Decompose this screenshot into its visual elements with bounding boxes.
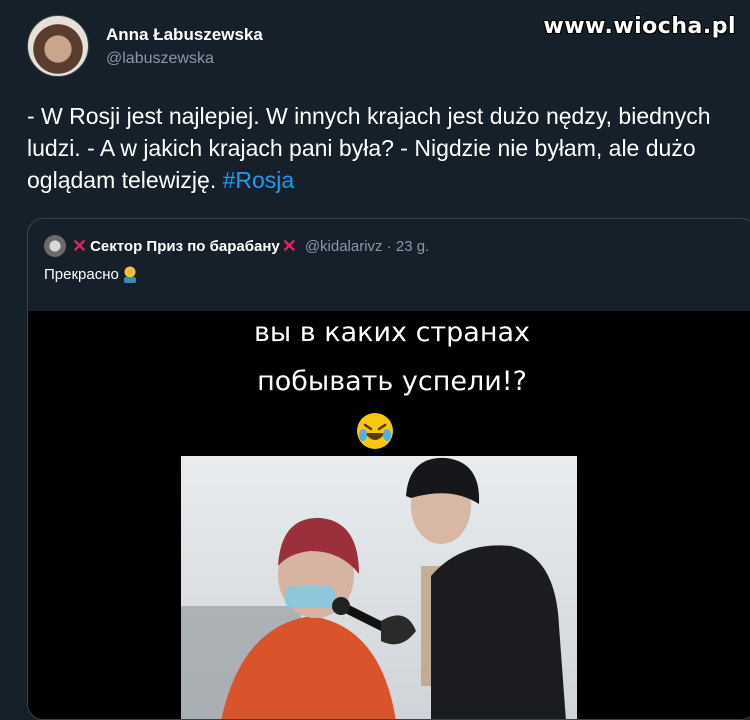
quoted-handle-time[interactable]: @kidalarivz · 23 g. — [305, 238, 429, 255]
author-names: Anna Łabuszewska @labuszewska — [106, 25, 263, 68]
tweet-header: Anna Łabuszewska @labuszewska — [27, 15, 263, 77]
quoted-tweet-header: ✕ Сектор Приз по барабану ✕ @kidalarivz … — [44, 235, 429, 257]
rolling-laughing-emoji-icon — [357, 413, 393, 449]
quoted-author-avatar[interactable] — [44, 235, 66, 257]
quoted-tweet[interactable]: ✕ Сектор Приз по барабану ✕ @kidalarivz … — [27, 218, 750, 720]
video-caption-line1: вы в каких странах — [253, 317, 530, 348]
author-avatar[interactable] — [27, 15, 89, 77]
quoted-author-name[interactable]: Сектор Приз по барабану — [90, 238, 280, 255]
tweet-text: - W Rosji jest najlepiej. W innych kraja… — [27, 100, 727, 196]
quoted-text: Прекрасно — [44, 265, 119, 283]
facepalm-emoji-icon — [123, 266, 136, 283]
cross-mark-icon: ✕ — [72, 236, 88, 256]
video-caption-line2: побывать успели!? — [257, 366, 527, 397]
hashtag-link[interactable]: #Rosja — [223, 167, 295, 193]
watermark-logo: www.wiocha.pl — [543, 14, 736, 39]
author-name[interactable]: Anna Łabuszewska — [106, 25, 263, 45]
quoted-tweet-text: Прекрасно — [44, 265, 139, 283]
video-frame-still — [181, 456, 577, 719]
author-handle[interactable]: @labuszewska — [106, 50, 263, 68]
tweet-body: - W Rosji jest najlepiej. W innych kraja… — [27, 103, 711, 193]
quoted-video[interactable]: вы в каких странах побывать успели!? — [28, 311, 750, 719]
cross-mark-icon: ✕ — [281, 236, 297, 256]
